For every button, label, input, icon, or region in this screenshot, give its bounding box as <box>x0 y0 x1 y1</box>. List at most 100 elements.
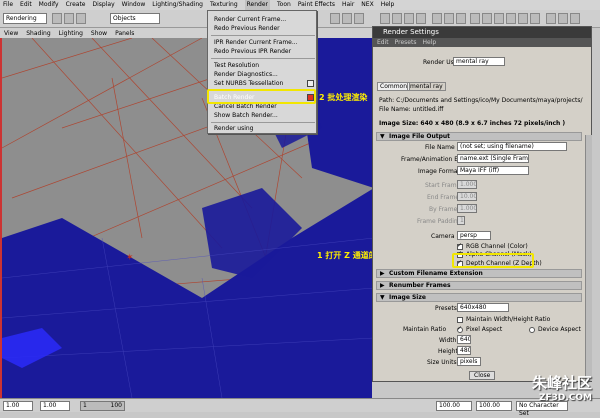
range-slider[interactable]: 1 100 <box>80 401 125 411</box>
mask-7-icon[interactable] <box>546 13 556 24</box>
by-frame-field[interactable]: 1.000 <box>457 204 477 213</box>
snap-curve-icon[interactable] <box>342 13 352 24</box>
menu-render[interactable]: Render <box>244 0 271 10</box>
menu-modify[interactable]: Modify <box>39 0 59 10</box>
end-time-field[interactable]: 100.00 <box>476 401 512 411</box>
snap-point-icon[interactable] <box>354 13 364 24</box>
mask-3-icon[interactable] <box>494 13 504 24</box>
set-nurbs-tessellation-item[interactable]: Set NURBS Tessellation <box>214 80 283 87</box>
mask-4-icon[interactable] <box>506 13 516 24</box>
image-file-output-section[interactable]: ▼ Image File Output <box>376 132 582 141</box>
save-scene-icon[interactable] <box>76 13 86 24</box>
menu-window[interactable]: Window <box>122 0 146 10</box>
by-frame-label: By Frame <box>429 206 458 213</box>
sel-object-icon[interactable] <box>444 13 454 24</box>
mask-2-icon[interactable] <box>482 13 492 24</box>
batch-render-highlight-box <box>207 89 316 104</box>
width-field[interactable]: 640 <box>457 335 471 344</box>
ipr-render-icon[interactable] <box>404 13 414 24</box>
mask-6-icon[interactable] <box>530 13 540 24</box>
playback-end-field[interactable]: 100.00 <box>436 401 472 411</box>
rgb-channel-label: RGB Channel (Color) <box>466 243 528 250</box>
tab-mental-ray[interactable]: mental ray <box>407 82 446 91</box>
image-file-output-label: Image File Output <box>389 133 451 140</box>
menu-display[interactable]: Display <box>93 0 115 10</box>
render-current-frame-item[interactable]: Render Current Frame... <box>214 16 286 23</box>
frame-ext-dropdown[interactable]: name.ext (Single Frame) <box>457 154 529 163</box>
menu-paint-effects[interactable]: Paint Effects <box>298 0 335 10</box>
close-button[interactable]: Close <box>469 371 496 380</box>
camera-label: Camera <box>431 233 455 240</box>
height-field[interactable]: 480 <box>457 346 471 355</box>
file-name-prefix-field[interactable]: (not set; using filename) <box>457 142 567 151</box>
menu-toon[interactable]: Toon <box>277 0 291 10</box>
mask-icon[interactable] <box>470 13 480 24</box>
custom-filename-section[interactable]: ▶ Custom Filename Extension <box>376 269 582 278</box>
menu-edit[interactable]: Edit <box>20 0 32 10</box>
open-scene-icon[interactable] <box>64 13 74 24</box>
option-box-icon[interactable] <box>307 80 314 87</box>
end-frame-field[interactable]: 10.000 <box>457 192 477 201</box>
menu-help[interactable]: Help <box>381 0 395 10</box>
device-aspect-label: Device Aspect <box>538 326 581 333</box>
maintain-wh-checkbox[interactable] <box>457 317 463 323</box>
frame-padding-field[interactable]: 1 <box>457 216 465 225</box>
menu-file[interactable]: File <box>3 0 13 10</box>
playback-start-field[interactable]: 1.00 <box>40 401 70 411</box>
menu-create[interactable]: Create <box>66 0 86 10</box>
presets-dropdown[interactable]: 640x480 <box>457 303 509 312</box>
ipr-render-current-frame-item[interactable]: IPR Render Current Frame... <box>214 39 298 46</box>
start-time-field[interactable]: 1.00 <box>3 401 33 411</box>
render-diagnostics-item[interactable]: Render Diagnostics... <box>214 71 278 78</box>
menu-hair[interactable]: Hair <box>342 0 354 10</box>
snap-grid-icon[interactable] <box>330 13 340 24</box>
device-aspect-radio[interactable] <box>529 327 535 333</box>
menu-texturing[interactable]: Texturing <box>210 0 238 10</box>
render-settings-icon[interactable] <box>416 13 426 24</box>
render-using-item[interactable]: Render using <box>214 125 253 132</box>
render-using-dropdown[interactable]: mental ray <box>453 57 505 66</box>
test-resolution-item[interactable]: Test Resolution <box>214 62 259 69</box>
settings-scrollbar[interactable] <box>585 135 592 381</box>
cancel-batch-render-item[interactable]: Cancel Batch Render <box>214 103 277 110</box>
sel-component-icon[interactable] <box>456 13 466 24</box>
render-settings-title: Render Settings <box>373 27 591 38</box>
renumber-frames-section[interactable]: ▶ Renumber Frames <box>376 281 582 290</box>
rs-menu-presets[interactable]: Presets <box>395 38 417 47</box>
custom-filename-label: Custom Filename Extension <box>389 270 483 277</box>
render-icon[interactable] <box>392 13 402 24</box>
redo-previous-ipr-render-item[interactable]: Redo Previous IPR Render <box>214 48 291 55</box>
menu-lighting-shading[interactable]: Lighting/Shading <box>152 0 203 10</box>
new-scene-icon[interactable] <box>52 13 62 24</box>
presets-label: Presets <box>435 305 457 312</box>
panel-menu-panels[interactable]: Panels <box>115 30 134 37</box>
panel-menu-lighting[interactable]: Lighting <box>59 30 83 37</box>
range-start-label: 1 <box>83 402 87 409</box>
rs-menu-help[interactable]: Help <box>422 38 436 47</box>
image-size-section[interactable]: ▼ Image Size <box>376 293 582 302</box>
end-frame-label: End Frame <box>427 194 460 201</box>
show-batch-render-item[interactable]: Show Batch Render... <box>214 112 278 119</box>
camera-dropdown[interactable]: persp <box>457 231 491 240</box>
menu-nex[interactable]: NEX <box>361 0 373 10</box>
mask-8-icon[interactable] <box>558 13 568 24</box>
panel-menu-shading[interactable]: Shading <box>26 30 50 37</box>
mask-5-icon[interactable] <box>518 13 528 24</box>
site-watermark: 朱峰社区 ZF3D.COM <box>532 372 592 403</box>
selection-mask-dropdown[interactable]: Objects <box>110 13 160 24</box>
rs-menu-edit[interactable]: Edit <box>377 38 389 47</box>
sel-hierarchy-icon[interactable] <box>432 13 442 24</box>
panel-menu-view[interactable]: View <box>4 30 18 37</box>
start-frame-field[interactable]: 1.000 <box>457 180 477 189</box>
redo-previous-render-item[interactable]: Redo Previous Render <box>214 25 280 32</box>
size-units-dropdown[interactable]: pixels <box>457 357 481 366</box>
start-frame-label: Start Frame <box>425 182 461 189</box>
image-format-label: Image Format <box>418 168 460 175</box>
history-icon[interactable] <box>380 13 390 24</box>
image-format-dropdown[interactable]: Maya IFF (iff) <box>457 166 529 175</box>
pixel-aspect-radio[interactable] <box>457 325 463 333</box>
mask-9-icon[interactable] <box>570 13 580 24</box>
panel-menu-show[interactable]: Show <box>91 30 107 37</box>
tab-common[interactable]: Common <box>377 82 411 91</box>
menuset-dropdown[interactable]: Rendering <box>3 13 47 24</box>
